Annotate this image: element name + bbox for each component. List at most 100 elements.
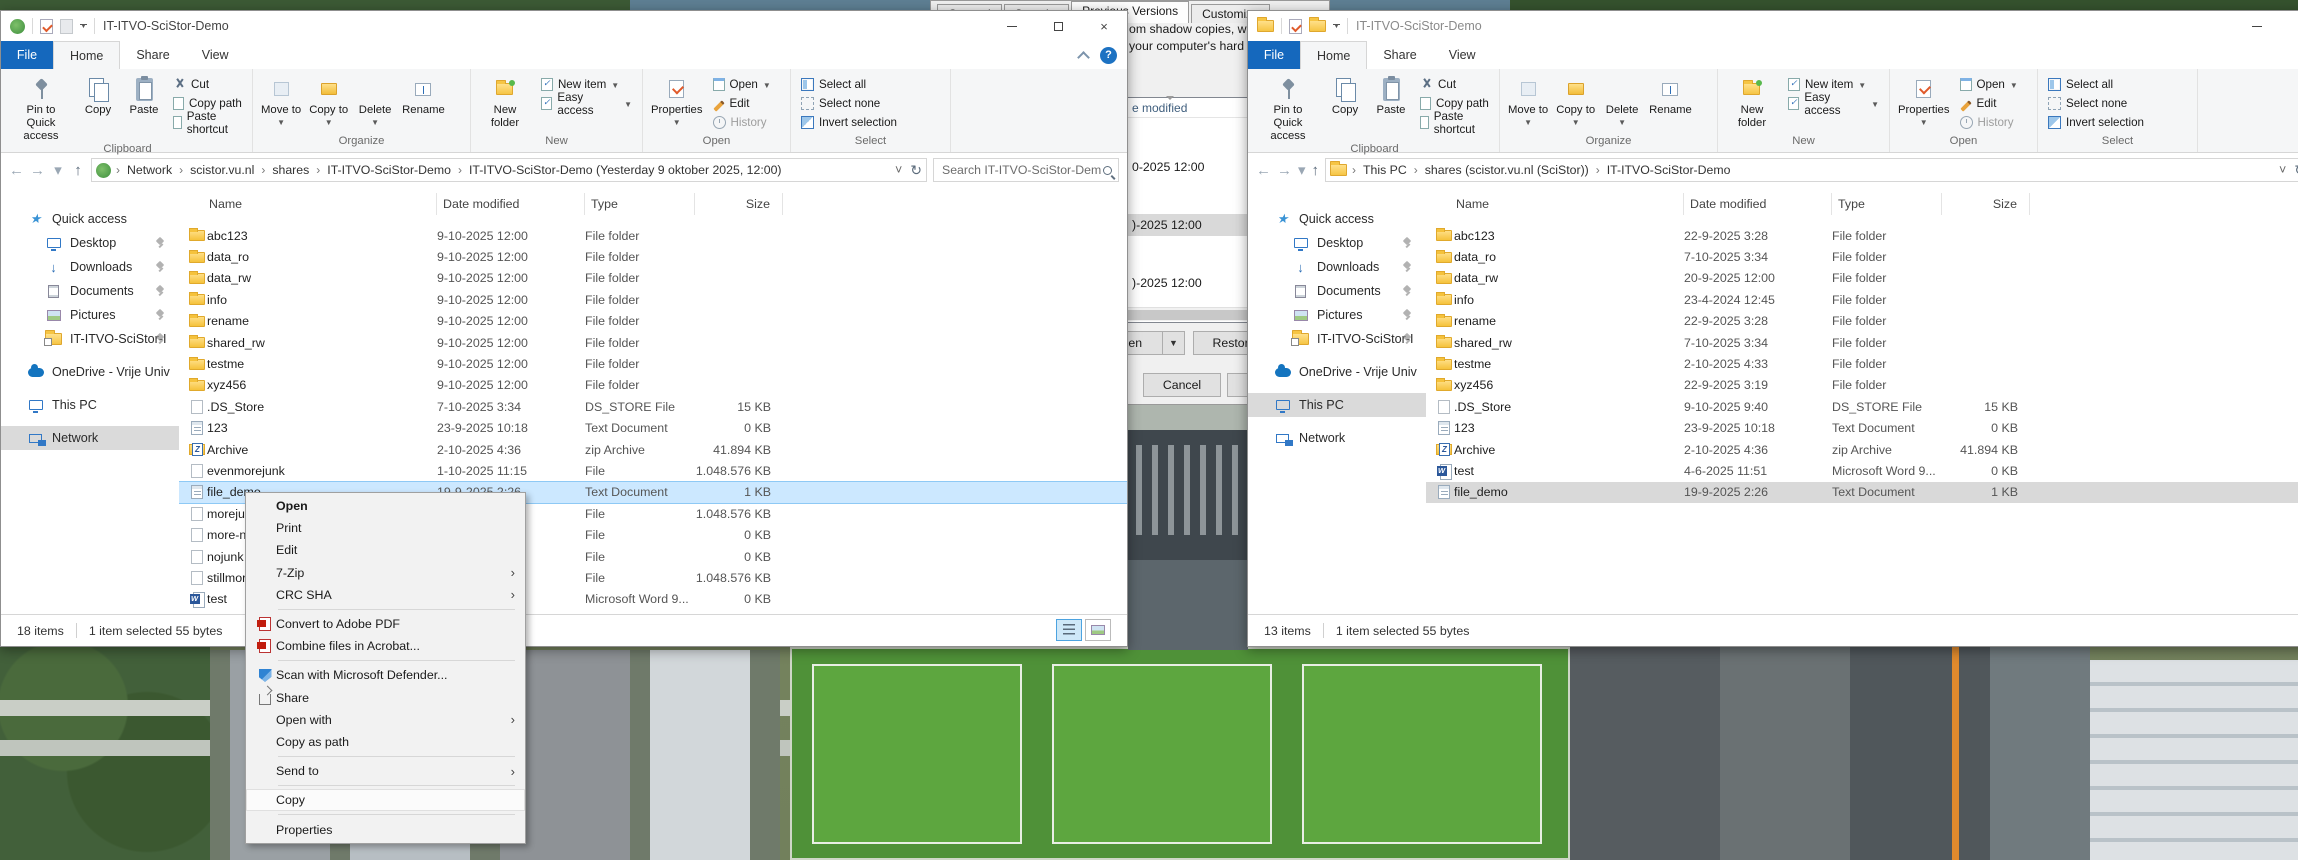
recent-locations-icon[interactable]: ▾ bbox=[1298, 161, 1306, 179]
refresh-icon[interactable]: ↻ bbox=[2294, 162, 2298, 179]
ribbon-button-cut[interactable]: Cut bbox=[1416, 75, 1493, 94]
file-row[interactable]: shared_rw 9-10-2025 12:00 File folder bbox=[179, 332, 1127, 353]
breadcrumb-item[interactable]: shares bbox=[270, 163, 311, 177]
ribbon-button-newfolder[interactable]: New folder bbox=[1723, 73, 1781, 130]
file-row[interactable]: abc123 22-9-2025 3:28 File folder bbox=[1426, 225, 2298, 246]
tab-share[interactable]: Share bbox=[120, 41, 185, 69]
breadcrumb-item[interactable]: IT-ITVO-SciStor-Demo (Yesterday 9 oktobe… bbox=[467, 163, 784, 177]
breadcrumb-item[interactable]: shares (scistor.vu.nl (SciStor)) bbox=[1423, 163, 1591, 177]
ribbon-button-properties[interactable]: Properties ▼ bbox=[1895, 73, 1953, 127]
file-row[interactable]: rename 9-10-2025 12:00 File folder bbox=[179, 311, 1127, 332]
maximize-button[interactable] bbox=[1035, 11, 1081, 41]
sidebar-item-downloads[interactable]: ↓ Downloads bbox=[1, 255, 179, 279]
title-bar[interactable]: ▼ IT-ITVO-SciStor-Demo × bbox=[1248, 11, 2298, 41]
column-header-type[interactable]: Type bbox=[585, 193, 695, 215]
column-header-type[interactable]: Type bbox=[1832, 193, 1942, 215]
minimize-button[interactable] bbox=[2234, 11, 2280, 41]
ribbon-button-copyto[interactable]: Copy to ▼ bbox=[1553, 73, 1598, 127]
menu-item-7-zip[interactable]: 7-Zip › bbox=[246, 562, 525, 584]
ribbon-button-open[interactable]: Open ▼ bbox=[1956, 75, 2022, 94]
collapse-ribbon-icon[interactable] bbox=[1077, 50, 1090, 64]
file-row[interactable]: rename 22-9-2025 3:28 File folder bbox=[1426, 311, 2298, 332]
ribbon-button-easyaccess[interactable]: Easy access ▼ bbox=[537, 91, 636, 117]
qat-properties-icon[interactable] bbox=[40, 18, 53, 34]
file-row[interactable]: test 4-6-2025 11:51 Microsoft Word 9... 0 K… bbox=[1426, 460, 2298, 481]
view-thumbnails-button[interactable] bbox=[1085, 619, 1111, 641]
file-row[interactable]: data_rw 20-9-2025 12:00 File folder bbox=[1426, 268, 2298, 289]
file-list[interactable]: Name Date modified Type Size abc123 22-9-2025… bbox=[1426, 187, 2298, 614]
sidebar-item-this-pc[interactable]: This PC bbox=[1248, 393, 1426, 417]
ribbon-button-open[interactable]: Open ▼ bbox=[709, 75, 775, 94]
breadcrumb-item[interactable]: IT-ITVO-SciStor-Demo bbox=[325, 163, 453, 177]
tab-home[interactable]: Home bbox=[1300, 41, 1368, 69]
menu-item-copy-as-path[interactable]: Copy as path bbox=[246, 731, 525, 753]
sidebar-item-desktop[interactable]: Desktop bbox=[1248, 231, 1426, 255]
qat-properties-icon[interactable] bbox=[1289, 18, 1302, 34]
column-header-date[interactable]: Date modified bbox=[437, 193, 585, 215]
menu-item-convert-to-adobe-pdf[interactable]: Convert to Adobe PDF bbox=[246, 613, 525, 635]
ribbon-button-pasteshort[interactable]: Paste shortcut bbox=[1416, 110, 1493, 136]
file-row[interactable]: evenmorejunk 1-10-2025 11:15 File 1.048.576… bbox=[179, 460, 1127, 481]
sidebar-item-quick-access[interactable]: ★ Quick access bbox=[1, 207, 179, 231]
file-row[interactable]: 123 23-9-2025 10:18 Text Document 0 KB bbox=[179, 418, 1127, 439]
file-row[interactable]: data_rw 9-10-2025 12:00 File folder bbox=[179, 268, 1127, 289]
refresh-icon[interactable]: ↻ bbox=[910, 162, 922, 179]
explorer-window-thispc[interactable]: ▼ IT-ITVO-SciStor-Demo ×FileHomeShareView?… bbox=[1247, 10, 2298, 647]
file-row[interactable]: .DS_Store 9-10-2025 9:40 DS_STORE File 15 K… bbox=[1426, 396, 2298, 417]
explorer-window-network[interactable]: ▼ IT-ITVO-SciStor-Demo × File Home Share View?… bbox=[0, 10, 1128, 647]
file-row[interactable]: xyz456 9-10-2025 12:00 File folder bbox=[179, 375, 1127, 396]
sidebar-item-pictures[interactable]: Pictures bbox=[1, 303, 179, 327]
sidebar-item-quick-access[interactable]: ★ Quick access bbox=[1248, 207, 1426, 231]
sidebar-item-documents[interactable]: Documents bbox=[1, 279, 179, 303]
help-icon[interactable]: ? bbox=[1100, 46, 1117, 64]
ribbon-button-selinv[interactable]: Invert selection bbox=[2044, 113, 2148, 132]
ribbon-button-history[interactable]: History bbox=[709, 113, 775, 132]
ribbon-button-cut[interactable]: Cut bbox=[169, 75, 246, 94]
ribbon-button-selall[interactable]: Select all bbox=[797, 75, 901, 94]
sidebar-item-onedrive-vrije-univ[interactable]: OneDrive - Vrije Univ bbox=[1248, 360, 1426, 384]
menu-item-copy[interactable]: Copy bbox=[246, 789, 525, 812]
file-row[interactable]: shared_rw 7-10-2025 3:34 File folder bbox=[1426, 332, 2298, 353]
breadcrumb-item[interactable]: IT-ITVO-SciStor-Demo bbox=[1605, 163, 1733, 177]
navigation-pane[interactable]: ★ Quick access Desktop ↓ Downloads Documents P… bbox=[1, 187, 179, 614]
menu-item-share[interactable]: Share bbox=[246, 687, 525, 709]
navigation-pane[interactable]: ★ Quick access Desktop ↓ Downloads Documents P… bbox=[1248, 187, 1426, 614]
ribbon-button-pin[interactable]: Pin to Quick access bbox=[1255, 73, 1321, 143]
file-row[interactable]: testme 9-10-2025 12:00 File folder bbox=[179, 353, 1127, 374]
tab-home[interactable]: Home bbox=[53, 41, 121, 69]
qat-customize-chevron-icon[interactable]: ▼ bbox=[1333, 23, 1340, 30]
sidebar-item-network[interactable]: Network bbox=[1248, 426, 1426, 450]
sidebar-item-desktop[interactable]: Desktop bbox=[1, 231, 179, 255]
open-version-dropdown[interactable]: ▼ bbox=[1163, 331, 1185, 355]
address-dropdown-icon[interactable]: ˅ bbox=[895, 163, 902, 177]
qat-newfolder-icon[interactable] bbox=[1309, 17, 1326, 32]
ribbon-button-moveto[interactable]: Move to ▼ bbox=[1505, 73, 1551, 127]
address-dropdown-icon[interactable]: ˅ bbox=[2279, 163, 2286, 177]
recent-locations-icon[interactable]: ▾ bbox=[51, 161, 65, 179]
breadcrumb[interactable]: › This PC › shares (scistor.vu.nl (SciStor)… bbox=[1325, 158, 2298, 182]
minimize-button[interactable] bbox=[989, 11, 1035, 41]
menu-item-print[interactable]: Print bbox=[246, 517, 525, 539]
ribbon-button-properties[interactable]: Properties ▼ bbox=[648, 73, 706, 127]
file-row[interactable]: data_ro 9-10-2025 12:00 File folder bbox=[179, 246, 1127, 267]
search-box[interactable] bbox=[933, 158, 1119, 182]
sidebar-item-onedrive-vrije-univ[interactable]: OneDrive - Vrije Univ bbox=[1, 360, 179, 384]
ribbon-button-edit[interactable]: Edit bbox=[709, 94, 775, 113]
ribbon-button-newfolder[interactable]: New folder bbox=[476, 73, 534, 130]
ribbon-button-copyto[interactable]: Copy to ▼ bbox=[306, 73, 351, 127]
title-bar[interactable]: ▼ IT-ITVO-SciStor-Demo × bbox=[1, 11, 1127, 41]
tab-view[interactable]: View bbox=[186, 41, 245, 69]
ribbon-button-selnone[interactable]: Select none bbox=[2044, 94, 2148, 113]
file-row[interactable]: Archive 2-10-2025 4:36 zip Archive 41.894 K… bbox=[179, 439, 1127, 460]
search-icon[interactable] bbox=[1103, 165, 1112, 175]
ribbon-button-selinv[interactable]: Invert selection bbox=[797, 113, 901, 132]
ribbon-button-pin[interactable]: Pin to Quick access bbox=[8, 73, 74, 143]
ribbon-button-paste[interactable]: Paste bbox=[122, 73, 166, 117]
ribbon-button-pasteshort[interactable]: Paste shortcut bbox=[169, 110, 246, 136]
menu-item-open[interactable]: Open bbox=[246, 495, 525, 517]
tab-file[interactable]: File bbox=[1248, 41, 1300, 69]
menu-item-combine-files-in-acrobat[interactable]: Combine files in Acrobat... bbox=[246, 635, 525, 657]
ribbon-button-delete[interactable]: Delete ▼ bbox=[1600, 73, 1644, 127]
file-row[interactable]: info 23-4-2024 12:45 File folder bbox=[1426, 289, 2298, 310]
sidebar-item-downloads[interactable]: ↓ Downloads bbox=[1248, 255, 1426, 279]
